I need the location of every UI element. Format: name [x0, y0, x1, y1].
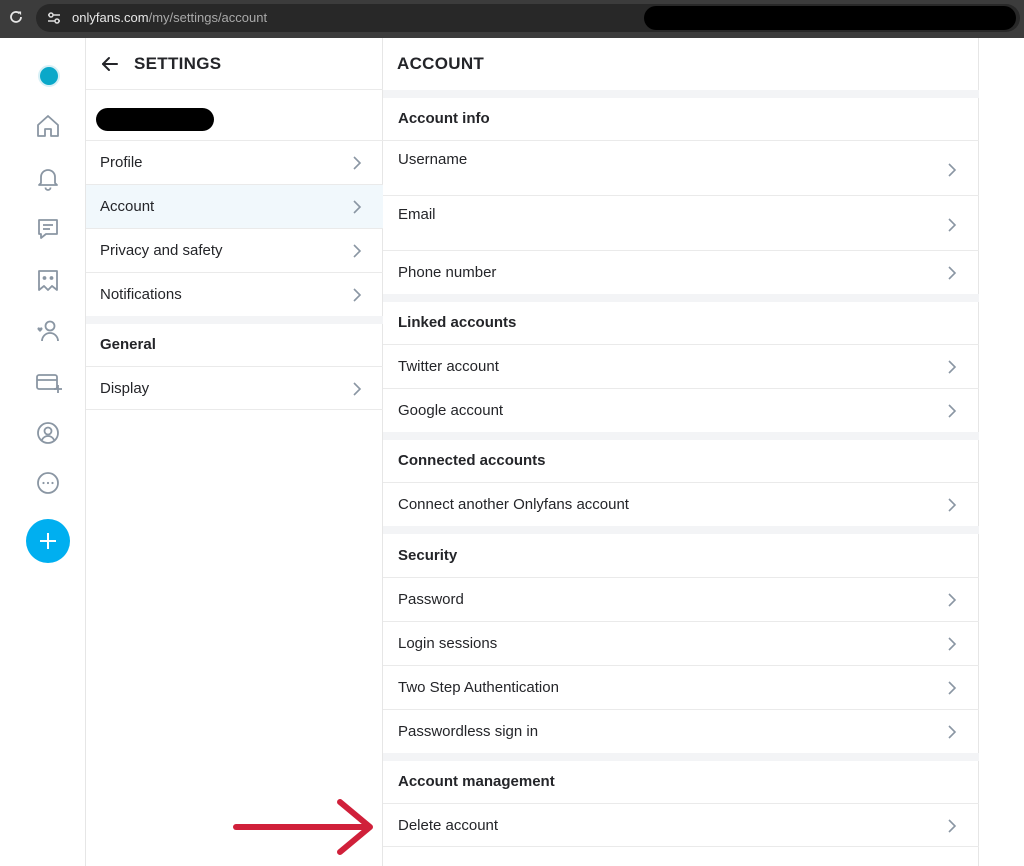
- chevron-right-icon: [353, 156, 362, 170]
- two-step-authentication-row[interactable]: Two Step Authentication: [383, 665, 979, 709]
- section-heading: Account management: [398, 773, 555, 790]
- section-heading: Linked accounts: [398, 314, 517, 331]
- list-end-divider: [86, 409, 383, 410]
- chevron-right-icon: [948, 819, 957, 833]
- new-post-button[interactable]: [26, 519, 70, 563]
- row-label: Delete account: [398, 817, 499, 834]
- settings-header: SETTINGS: [86, 38, 383, 90]
- browser-toolbar: onlyfans.com/my/settings/account: [0, 0, 1024, 38]
- twitter-account-row[interactable]: Twitter account: [383, 344, 979, 388]
- url-path: /my/settings/account: [148, 10, 268, 25]
- account-title: ACCOUNT: [397, 54, 485, 73]
- row-label: Email: [398, 206, 436, 223]
- section-heading: Account info: [398, 110, 490, 127]
- login-sessions-row[interactable]: Login sessions: [383, 621, 979, 665]
- account-panel: ACCOUNT Account info Username Email Phon…: [383, 38, 979, 866]
- row-label: Two Step Authentication: [398, 679, 559, 696]
- username-row[interactable]: Username: [383, 140, 979, 195]
- chevron-right-icon: [948, 498, 957, 512]
- settings-item-label: Privacy and safety: [100, 242, 223, 259]
- password-row[interactable]: Password: [383, 577, 979, 621]
- section-heading: Connected accounts: [398, 452, 546, 469]
- chevron-right-icon: [948, 163, 957, 177]
- settings-item-profile[interactable]: Profile: [86, 140, 383, 184]
- settings-item-notifications[interactable]: Notifications: [86, 272, 383, 316]
- chevron-right-icon: [948, 218, 957, 232]
- settings-column: SETTINGS Profile Account Privacy and saf…: [86, 38, 383, 866]
- section-security: Security: [383, 533, 979, 577]
- chevron-right-icon: [948, 637, 957, 651]
- settings-item-label: Notifications: [100, 286, 182, 303]
- chat-icon[interactable]: [34, 215, 62, 243]
- account-header: ACCOUNT: [383, 38, 979, 90]
- annotation-arrow-icon: [233, 799, 373, 855]
- nav-rail: [0, 38, 86, 866]
- redaction-bar: [644, 6, 1016, 30]
- chevron-right-icon: [353, 288, 362, 302]
- card-icon[interactable]: [34, 368, 62, 396]
- chevron-right-icon: [353, 200, 362, 214]
- connect-another-account-row[interactable]: Connect another Onlyfans account: [383, 482, 979, 526]
- address-bar[interactable]: onlyfans.com/my/settings/account: [36, 4, 1020, 32]
- section-heading: General: [100, 336, 156, 353]
- profile-icon[interactable]: [34, 419, 62, 447]
- row-label: Username: [398, 151, 468, 168]
- settings-item-label: Profile: [100, 154, 143, 171]
- site-settings-icon[interactable]: [46, 10, 62, 26]
- chevron-right-icon: [948, 266, 957, 280]
- email-row[interactable]: Email: [383, 195, 979, 250]
- settings-section-general: General: [86, 322, 383, 366]
- chevron-right-icon: [948, 725, 957, 739]
- settings-item-account[interactable]: Account: [86, 184, 383, 228]
- chevron-right-icon: [948, 360, 957, 374]
- redacted-username: [96, 108, 214, 131]
- settings-item-display[interactable]: Display: [86, 366, 383, 410]
- row-label: Password: [398, 591, 464, 608]
- row-label: Passwordless sign in: [398, 723, 539, 740]
- phone-number-row[interactable]: Phone number: [383, 250, 979, 294]
- section-account-info: Account info: [383, 96, 979, 140]
- collections-icon[interactable]: [34, 266, 62, 294]
- back-arrow-icon[interactable]: [100, 54, 120, 74]
- chevron-right-icon: [353, 244, 362, 258]
- home-icon[interactable]: [34, 112, 62, 140]
- url-text[interactable]: onlyfans.com/my/settings/account: [72, 10, 267, 26]
- section-linked-accounts: Linked accounts: [383, 300, 979, 344]
- row-label: Phone number: [398, 264, 497, 281]
- passwordless-sign-in-row[interactable]: Passwordless sign in: [383, 709, 979, 753]
- reload-icon[interactable]: [8, 9, 24, 25]
- bell-icon[interactable]: [34, 164, 62, 192]
- google-account-row[interactable]: Google account: [383, 388, 979, 432]
- avatar[interactable]: [38, 65, 60, 87]
- section-heading: Security: [398, 547, 458, 564]
- settings-item-label: Account: [100, 198, 155, 215]
- row-label: Twitter account: [398, 358, 499, 375]
- row-label: Connect another Onlyfans account: [398, 496, 629, 513]
- row-label: Login sessions: [398, 635, 498, 652]
- subscriptions-icon[interactable]: [34, 317, 62, 345]
- section-connected-accounts: Connected accounts: [383, 438, 979, 482]
- chevron-right-icon: [353, 382, 362, 396]
- chevron-right-icon: [948, 404, 957, 418]
- plus-icon: [40, 533, 56, 549]
- settings-item-label: Display: [100, 380, 150, 397]
- chevron-right-icon: [948, 681, 957, 695]
- settings-item-privacy[interactable]: Privacy and safety: [86, 228, 383, 272]
- more-icon[interactable]: [34, 469, 62, 497]
- row-label: Google account: [398, 402, 504, 419]
- chevron-right-icon: [948, 593, 957, 607]
- delete-account-row[interactable]: Delete account: [383, 803, 979, 847]
- settings-title: SETTINGS: [134, 54, 222, 73]
- url-host: onlyfans.com: [72, 10, 149, 25]
- section-account-management: Account management: [383, 759, 979, 803]
